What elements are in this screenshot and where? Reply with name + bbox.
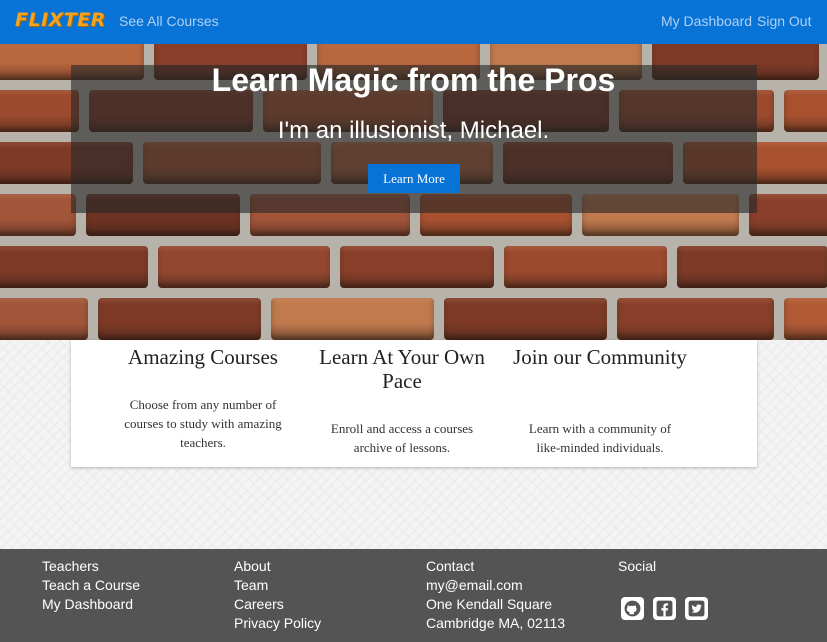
brick [0,194,76,236]
feature-text: Enroll and access a courses archive of l… [330,421,474,455]
facebook-icon[interactable] [653,597,676,620]
brick [784,298,827,340]
feature-text: Choose from any number of courses to stu… [124,397,282,450]
sign-out-link[interactable]: Sign Out [757,13,811,29]
top-navbar: FLIXTER See All Courses My Dashboard Sig… [0,0,827,44]
footer-my-dashboard-link[interactable]: My Dashboard [42,595,140,614]
footer-contact-heading[interactable]: Contact [426,557,565,576]
brand-logo[interactable]: FLIXTER [15,9,106,31]
hero-title: Learn Magic from the Pros [211,62,616,98]
hero-subtitle: I'm an illusionist, Michael. [277,117,550,144]
footer-about-heading[interactable]: About [234,557,321,576]
feature-amazing-courses: Amazing Courses Choose from any number o… [103,340,303,450]
site-footer: Teachers Teach a Course My Dashboard Abo… [0,549,827,642]
see-all-courses-link[interactable]: See All Courses [119,13,219,29]
feature-community: Join our Community Learn with a communit… [500,340,700,455]
footer-team-link[interactable]: Team [234,576,321,595]
footer-contact-column: Contact my@email.com One Kendall Square … [426,557,565,633]
github-icon[interactable] [621,597,644,620]
footer-address-line1: One Kendall Square [426,596,553,612]
brick-row [0,246,827,288]
footer-teachers-heading[interactable]: Teachers [42,557,140,576]
brick [444,298,607,340]
my-dashboard-link[interactable]: My Dashboard [661,13,752,29]
feature-title: Join our Community [513,345,687,369]
footer-address-line2: Cambridge MA, 02113 [426,615,566,631]
footer-social-column: Social [618,557,656,576]
brick [98,298,261,340]
social-icons [621,597,708,620]
brick [504,246,667,288]
footer-privacy-policy-link[interactable]: Privacy Policy [234,614,321,633]
brick [271,298,434,340]
feature-title: Learn At Your Own Pace [319,345,485,393]
footer-email: my@email.com [426,577,523,593]
feature-own-pace: Learn At Your Own Pace Enroll and access… [302,340,502,455]
brick [617,298,774,340]
brick [677,246,827,288]
brick [340,246,494,288]
feature-title: Amazing Courses [128,345,278,369]
twitter-icon[interactable] [685,597,708,620]
brick-row [0,298,827,340]
footer-teachers-column: Teachers Teach a Course My Dashboard [42,557,140,614]
brick [0,298,88,340]
brick [0,246,148,288]
footer-careers-link[interactable]: Careers [234,595,321,614]
hero-banner: Learn Magic from the Pros I'm an illusio… [0,44,827,340]
brick [158,246,330,288]
feature-text: Learn with a community of like-minded in… [528,421,672,455]
features-card: Amazing Courses Choose from any number o… [71,340,757,467]
footer-about-column: About Team Careers Privacy Policy [234,557,321,633]
footer-teach-a-course-link[interactable]: Teach a Course [42,576,140,595]
footer-social-heading: Social [618,558,657,574]
learn-more-button[interactable]: Learn More [368,164,460,193]
brick [749,194,827,236]
